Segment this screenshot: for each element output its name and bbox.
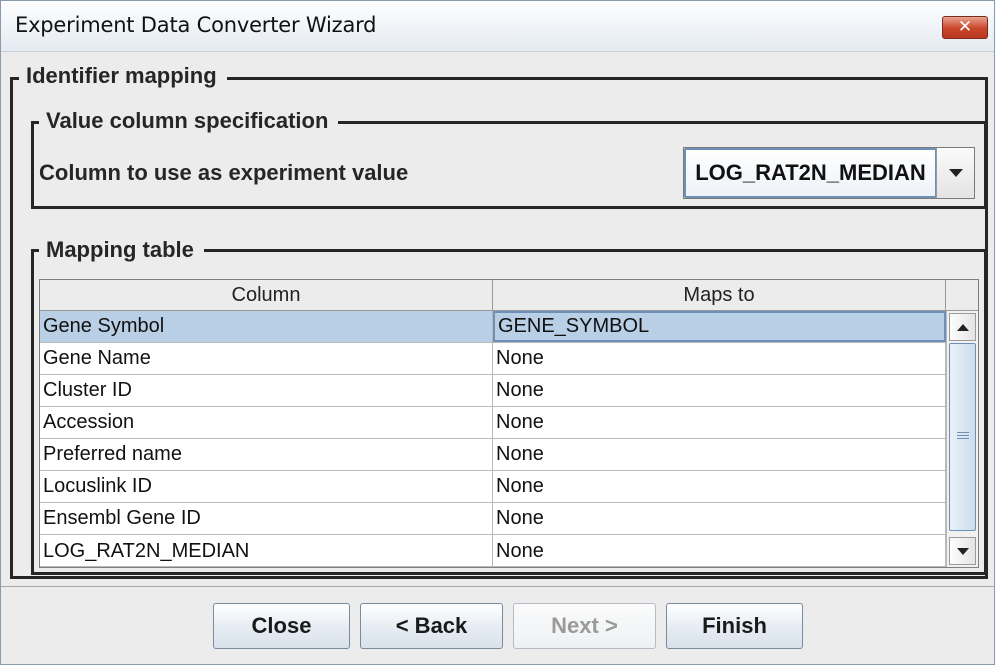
column-cell[interactable]: Cluster ID [40, 375, 493, 406]
table-row[interactable]: Preferred name None [40, 439, 946, 471]
experiment-value-dropdown[interactable]: LOG_RAT2N_MEDIAN [683, 147, 975, 199]
maps-to-cell[interactable]: None [493, 535, 946, 566]
chevron-down-icon [948, 169, 963, 177]
maps-to-cell[interactable]: None [493, 407, 946, 438]
column-cell[interactable]: Gene Symbol [40, 311, 493, 342]
arrow-up-icon [956, 323, 969, 331]
table-vertical-scrollbar[interactable] [946, 311, 978, 567]
finish-button[interactable]: Finish [666, 603, 803, 649]
next-button[interactable]: Next > [513, 603, 656, 649]
table-header: Column Maps to [40, 280, 946, 311]
table-row[interactable]: Cluster ID None [40, 375, 946, 407]
maps-to-cell[interactable]: None [493, 375, 946, 406]
column-cell[interactable]: Gene Name [40, 343, 493, 374]
close-button[interactable]: Close [213, 603, 350, 649]
arrow-down-icon [956, 547, 969, 555]
scroll-up-button[interactable] [949, 313, 976, 341]
value-column-legend: Value column specification [39, 108, 339, 134]
table-row[interactable]: Gene Symbol GENE_SYMBOL [40, 311, 946, 343]
column-cell[interactable]: LOG_RAT2N_MEDIAN [40, 535, 493, 566]
window-title: Experiment Data Converter Wizard [15, 13, 377, 37]
experiment-value-selected[interactable]: LOG_RAT2N_MEDIAN [684, 148, 937, 198]
identifier-mapping-legend: Identifier mapping [19, 63, 227, 89]
maps-to-cell[interactable]: None [493, 439, 946, 470]
maps-to-cell[interactable]: None [493, 343, 946, 374]
column-cell[interactable]: Accession [40, 407, 493, 438]
column-header-column[interactable]: Column [40, 280, 493, 310]
title-bar[interactable]: Experiment Data Converter Wizard ✕ [1, 1, 994, 52]
scrollbar-thumb[interactable] [949, 343, 976, 531]
mapping-table-legend: Mapping table [39, 237, 204, 263]
close-icon: ✕ [957, 17, 973, 37]
table-row[interactable]: Locuslink ID None [40, 471, 946, 503]
grip-line [957, 438, 969, 439]
grip-line [957, 435, 969, 436]
column-cell[interactable]: Preferred name [40, 439, 493, 470]
column-cell[interactable]: Locuslink ID [40, 471, 493, 502]
table-body: Gene Symbol GENE_SYMBOL Gene Name None C… [40, 311, 946, 567]
dropdown-button[interactable] [936, 148, 974, 198]
button-bar: Close < Back Next > Finish [1, 586, 994, 664]
back-button[interactable]: < Back [360, 603, 503, 649]
scroll-down-button[interactable] [949, 537, 976, 565]
window-close-button[interactable]: ✕ [942, 16, 988, 39]
table-corner [946, 280, 978, 311]
experiment-value-label: Column to use as experiment value [39, 160, 409, 185]
maps-to-cell[interactable]: None [493, 471, 946, 502]
column-header-maps-to[interactable]: Maps to [493, 280, 946, 310]
table-row[interactable]: Gene Name None [40, 343, 946, 375]
table-row[interactable]: LOG_RAT2N_MEDIAN None [40, 535, 946, 567]
grip-line [957, 432, 969, 433]
maps-to-cell[interactable]: GENE_SYMBOL [493, 311, 946, 342]
table-row[interactable]: Accession None [40, 407, 946, 439]
mapping-table: Column Maps to Gene Symbol GENE_SYMBOL G… [39, 279, 979, 568]
maps-to-cell[interactable]: None [493, 503, 946, 534]
column-cell[interactable]: Ensembl Gene ID [40, 503, 493, 534]
table-row[interactable]: Ensembl Gene ID None [40, 503, 946, 535]
wizard-window: Experiment Data Converter Wizard ✕ Ident… [0, 0, 995, 665]
